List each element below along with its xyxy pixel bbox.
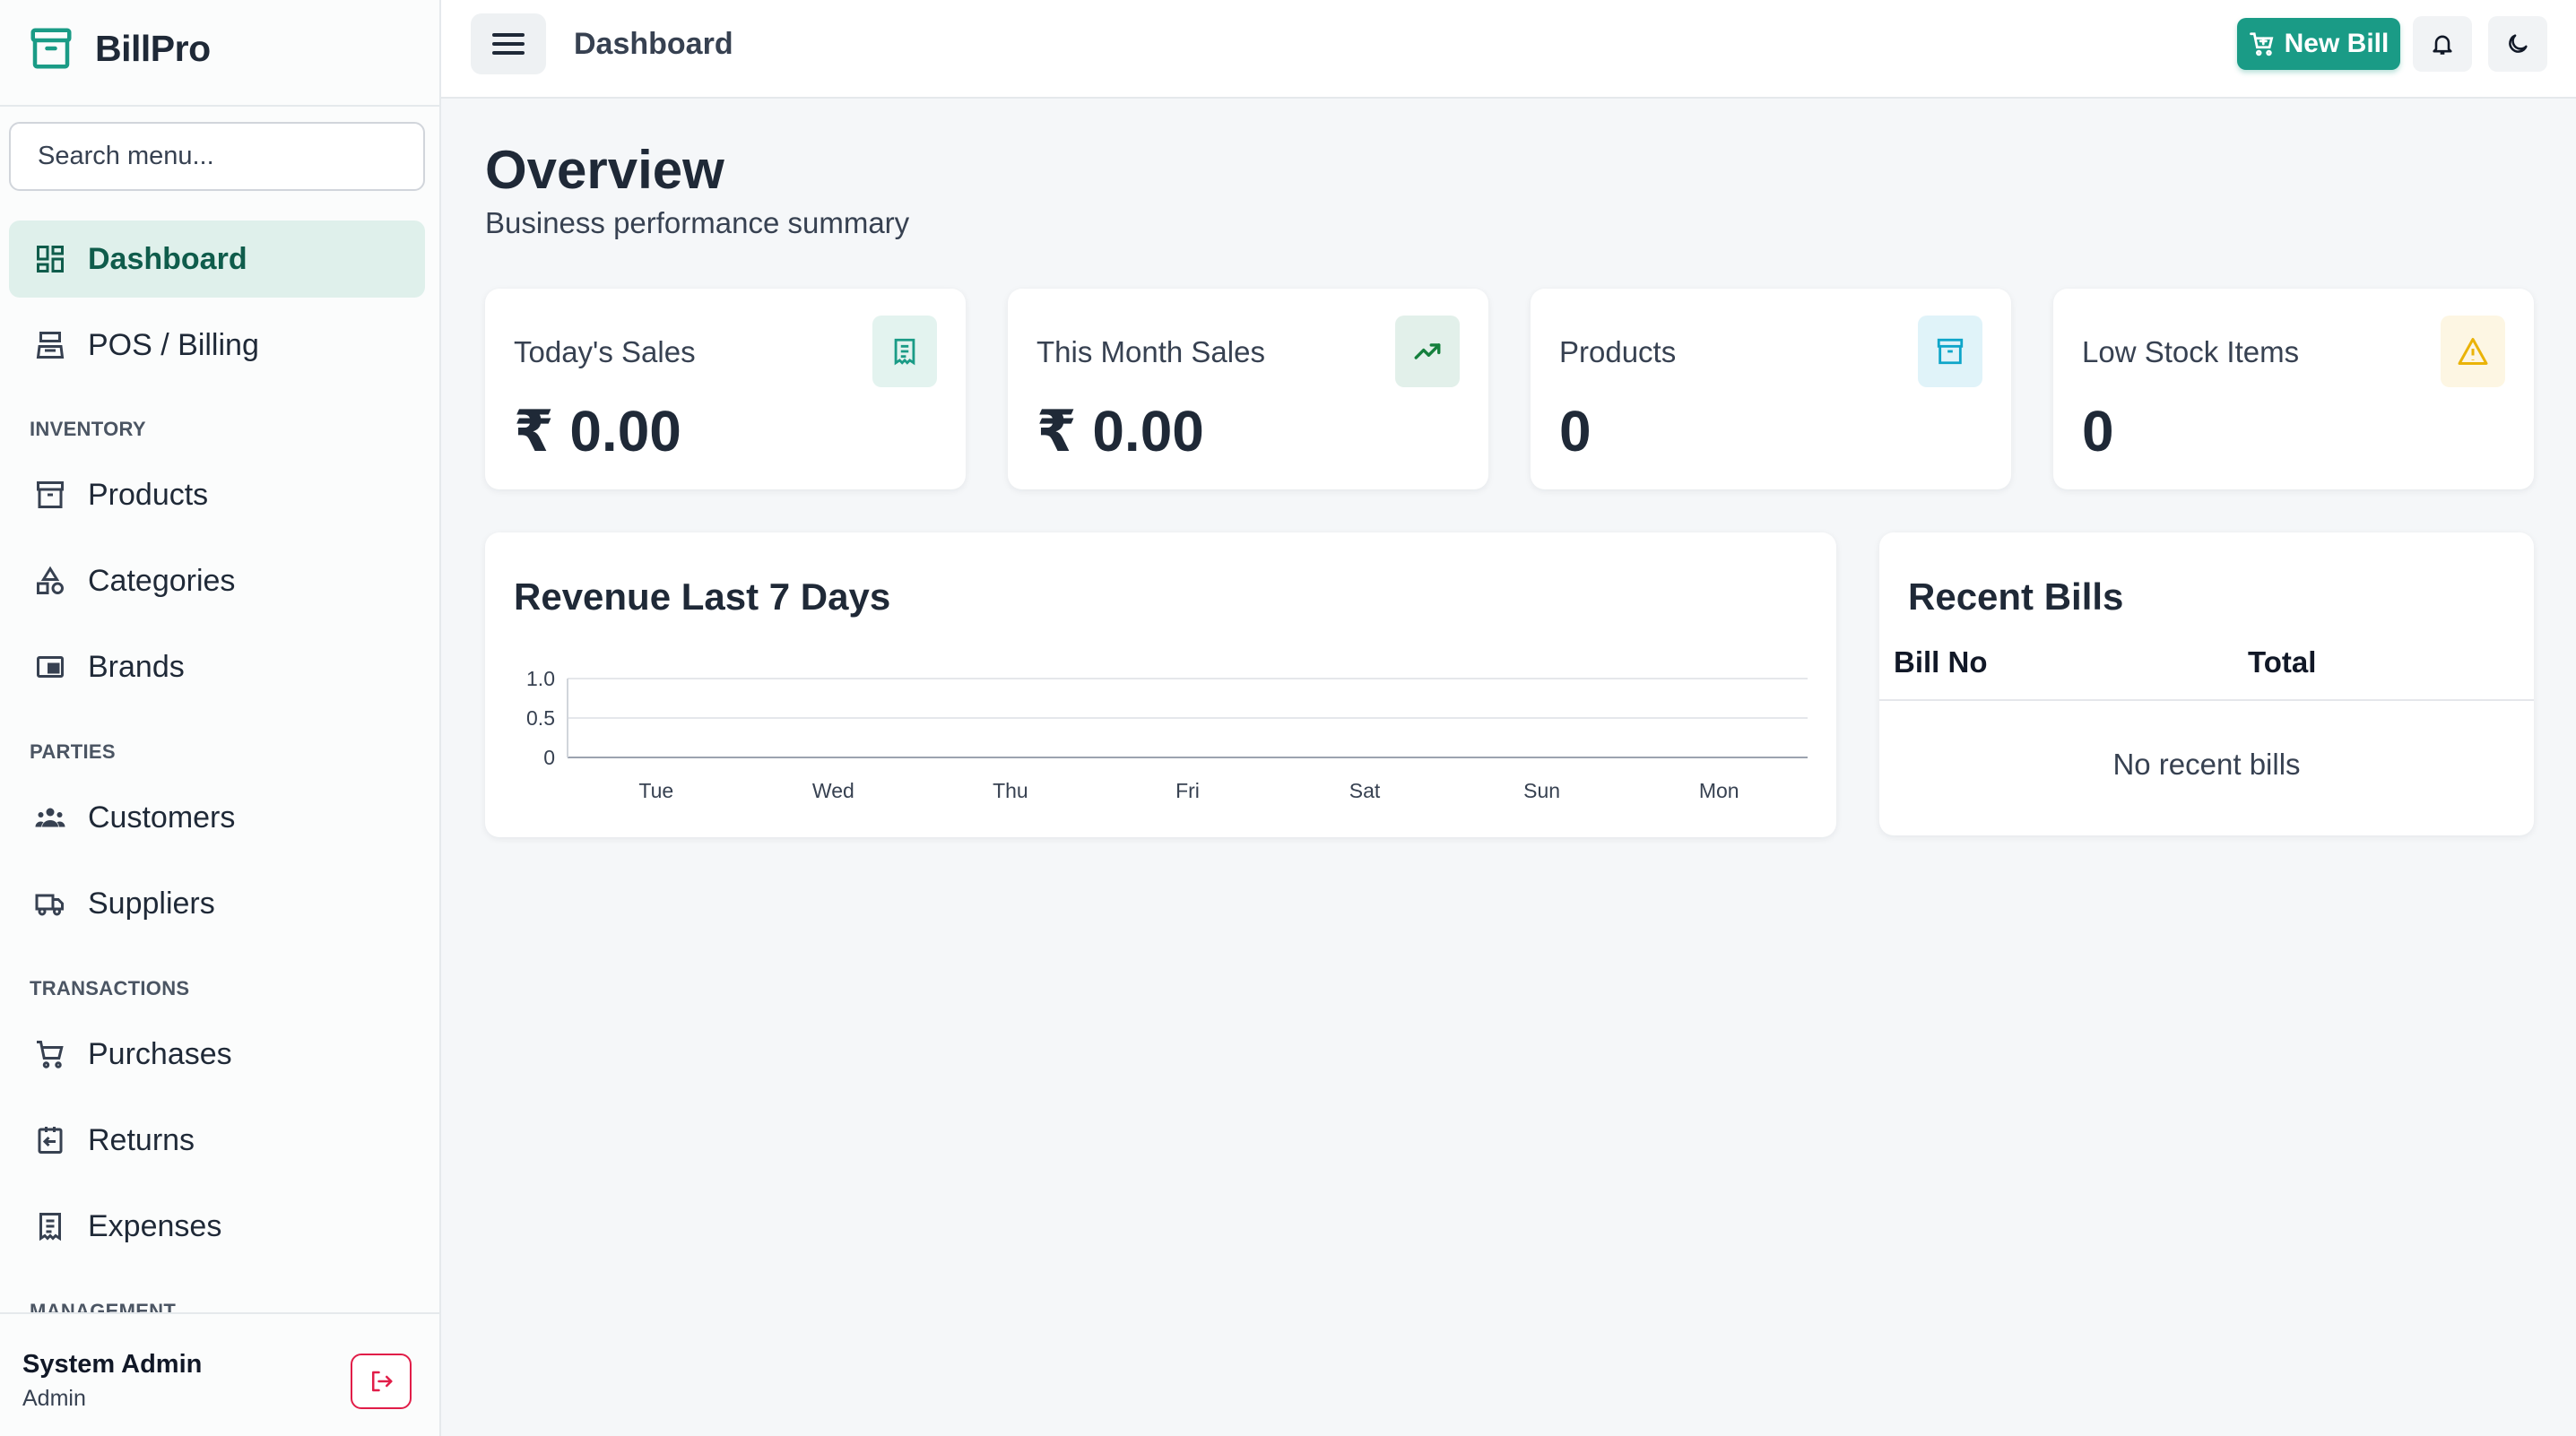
sidebar-item-purchases[interactable]: Purchases [9, 1016, 425, 1093]
user-role: Admin [22, 1386, 86, 1411]
sidebar-item-label: Expenses [88, 1208, 222, 1243]
header-title: Dashboard [574, 27, 733, 61]
empty-state-text: No recent bills [2112, 748, 2301, 781]
sidebar-item-label: Brands [88, 649, 185, 684]
receipt-icon [894, 338, 915, 366]
hamburger-icon [492, 33, 525, 55]
sidebar-item-label: Customers [88, 800, 236, 835]
sidebar-item-pos-billing[interactable]: POS / Billing [9, 307, 425, 384]
cart-icon [37, 1041, 64, 1068]
y-tick-label: 0 [543, 746, 555, 769]
sidebar-footer: System Admin Admin [0, 1312, 439, 1436]
warning-icon [2458, 338, 2488, 365]
archive-logo-icon [30, 28, 72, 69]
stat-icon-box [872, 316, 937, 387]
brand-name: BillPro [95, 27, 211, 69]
archive-icon [37, 481, 64, 508]
sidebar-item-suppliers[interactable]: Suppliers [9, 865, 425, 942]
logout-icon [372, 1371, 393, 1392]
stat-label: Products [1559, 335, 1677, 368]
revenue-chart-card: Revenue Last 7 Days 1.0 0.5 0 Tue Wed Thu Fri S… [485, 532, 1836, 837]
theme-toggle-button[interactable] [2488, 16, 2547, 72]
section-title-inventory: INVENTORY [30, 418, 146, 440]
stat-label: Today's Sales [514, 335, 696, 368]
sidebar-nav: Dashboard POS / Billing INVENTORY Produc… [9, 221, 425, 1314]
bell-icon [2433, 35, 2452, 55]
stat-card-low-stock: Low Stock Items 0 [2053, 289, 2534, 489]
return-icon [38, 1127, 63, 1154]
bills-table-header: Bill No Total [1879, 642, 2534, 701]
sidebar-item-products[interactable]: Products [9, 456, 425, 533]
top-header: Dashboard New Bill [441, 0, 2576, 99]
stat-label: This Month Sales [1036, 335, 1265, 368]
divider [0, 105, 439, 107]
sidebar-item-label: Categories [88, 563, 236, 598]
sidebar-item-label: Suppliers [88, 886, 215, 921]
stat-icon-box [1918, 316, 1982, 387]
x-tick-label: Sun [1523, 779, 1560, 802]
x-tick-label: Sat [1349, 779, 1381, 802]
sidebar-item-returns[interactable]: Returns [9, 1102, 425, 1179]
stat-card-todays-sales: Today's Sales ₹ 0.00 [485, 289, 966, 489]
stat-card-month-sales: This Month Sales ₹ 0.00 [1008, 289, 1488, 489]
sidebar-item-expenses[interactable]: Expenses [9, 1188, 425, 1265]
trending-up-icon [1414, 343, 1441, 359]
sidebar-item-customers[interactable]: Customers [9, 779, 425, 856]
recent-bills-card: Recent Bills Bill No Total No recent bil… [1879, 532, 2534, 835]
y-tick-label: 0.5 [526, 706, 555, 730]
sidebar-item-label: POS / Billing [88, 327, 259, 362]
sidebar-item-label: Returns [88, 1122, 195, 1157]
stat-value: 0 [2082, 399, 2114, 463]
y-tick-label: 1.0 [526, 667, 555, 690]
user-name: System Admin [22, 1350, 203, 1379]
column-header-bill-no: Bill No [1894, 645, 1988, 679]
archive-icon [1937, 338, 1964, 365]
recent-bills-title: Recent Bills [1908, 575, 2124, 618]
sidebar-item-categories[interactable]: Categories [9, 542, 425, 619]
stat-label: Low Stock Items [2082, 335, 2300, 368]
stat-card-products: Products 0 [1531, 289, 2011, 489]
new-bill-label: New Bill [2284, 29, 2390, 58]
sidebar-item-label: Products [88, 477, 209, 512]
sidebar-item-dashboard[interactable]: Dashboard [9, 221, 425, 298]
stat-icon-box [1395, 316, 1460, 387]
stat-value: ₹ 0.00 [1036, 399, 1204, 463]
page-subtitle: Business performance summary [485, 206, 910, 239]
notifications-button[interactable] [2413, 16, 2472, 72]
search-input[interactable] [9, 122, 425, 191]
register-icon [36, 332, 65, 359]
menu-toggle-button[interactable] [471, 13, 546, 74]
truck-icon [35, 894, 64, 916]
sidebar: BillPro Dashboard POS / Billing INVENTOR… [0, 0, 441, 1436]
stat-icon-box [2441, 316, 2505, 387]
revenue-chart: 1.0 0.5 0 Tue Wed Thu Fri Sat Sun Mon [526, 667, 1808, 802]
dashboard-icon [37, 246, 64, 272]
column-header-total: Total [2248, 645, 2317, 679]
new-bill-button[interactable]: New Bill [2237, 18, 2400, 70]
section-title-transactions: TRANSACTIONS [30, 977, 190, 999]
x-tick-label: Fri [1175, 779, 1200, 802]
x-tick-label: Thu [993, 779, 1028, 802]
x-tick-label: Mon [1699, 779, 1739, 802]
brand-icon [37, 656, 64, 678]
x-tick-label: Tue [638, 779, 673, 802]
sidebar-item-label: Dashboard [88, 241, 247, 276]
users-icon [35, 808, 65, 827]
shapes-icon [37, 566, 64, 594]
stat-value: ₹ 0.00 [514, 399, 681, 463]
x-tick-label: Wed [812, 779, 854, 802]
logout-button[interactable] [351, 1354, 412, 1409]
moon-icon [2509, 34, 2528, 53]
section-title-parties: PARTIES [30, 740, 116, 763]
stat-value: 0 [1559, 399, 1592, 463]
receipt-icon [39, 1213, 61, 1241]
sidebar-item-brands[interactable]: Brands [9, 628, 425, 705]
cart-plus-icon [2249, 32, 2274, 56]
page-title: Overview [485, 140, 724, 200]
sidebar-item-label: Purchases [88, 1036, 232, 1071]
brand[interactable]: BillPro [27, 22, 211, 75]
